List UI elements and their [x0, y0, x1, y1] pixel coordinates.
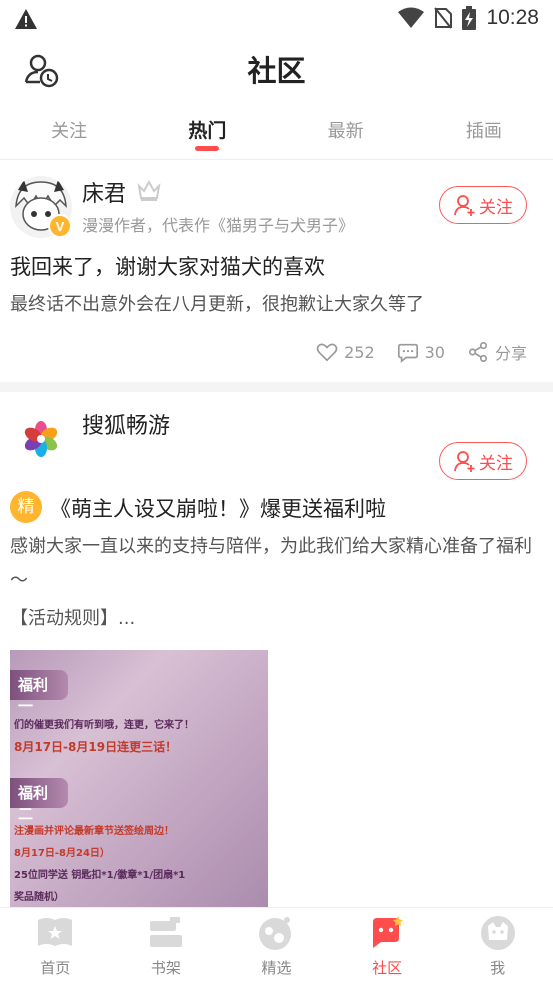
image-text: 奖品随机）	[14, 892, 64, 903]
add-user-icon	[454, 451, 475, 472]
post-title-text: 《萌主人设又崩啦！》爆更送福利啦	[50, 497, 386, 521]
image-text: 注漫画并评论最新章节送签绘周边！	[14, 826, 174, 837]
like-button[interactable]: 252	[316, 341, 375, 363]
tab-following[interactable]: 关注	[0, 100, 138, 159]
image-text: 8月17日-8月19日连更三话！	[14, 740, 178, 754]
post-title[interactable]: 精《萌主人设又崩啦！》爆更送福利啦	[10, 491, 543, 526]
follow-label: 关注	[479, 453, 513, 474]
author-name[interactable]: 床君	[82, 176, 126, 208]
author-description: 漫漫作者，代表作《猫男子与犬男子》	[82, 216, 355, 235]
image-text: 25位同学送 钥匙扣*1/徽章*1/团扇*1	[14, 870, 186, 881]
follow-button[interactable]: 关注	[439, 442, 527, 480]
tab-illustration[interactable]: 插画	[415, 100, 553, 159]
nav-featured[interactable]: 精选	[221, 908, 332, 983]
tab-label: 插画	[465, 120, 502, 142]
home-book-icon	[35, 913, 75, 953]
nav-community[interactable]: 社区	[332, 908, 443, 983]
profile-icon	[478, 913, 518, 953]
divider	[0, 382, 553, 392]
avatar[interactable]	[10, 408, 72, 470]
flower-logo-icon	[10, 408, 72, 470]
image-text: 8月17日-8月24日）	[14, 848, 110, 859]
post-body[interactable]: 最终话不出意外会在八月更新，很抱歉让大家久等了	[10, 288, 543, 322]
nav-label: 我	[490, 959, 506, 977]
post-body[interactable]: 感谢大家一直以来的支持与陪伴，为此我们给大家精心准备了福利～	[10, 530, 543, 598]
author-row: V 床君 漫漫作者，代表作《猫男子与犬男子》 关注	[10, 176, 543, 244]
comment-icon	[397, 343, 418, 363]
share-icon	[468, 342, 488, 362]
follow-label: 关注	[479, 197, 513, 218]
warning-icon	[15, 9, 37, 29]
featured-badge: 精	[10, 491, 42, 523]
author-name[interactable]: 搜狐畅游	[82, 408, 170, 440]
nav-label: 社区	[372, 959, 403, 977]
featured-icon	[256, 913, 296, 953]
heart-icon	[316, 343, 338, 362]
nav-label: 首页	[40, 959, 71, 977]
post-image[interactable]: 福利一 们的催更我们有听到哦，连更，它来了！ 8月17日-8月19日连更三话！ …	[10, 650, 268, 920]
like-count: 252	[344, 342, 375, 362]
tab-label: 关注	[51, 120, 88, 142]
bottom-nav: 首页 书架 精选 社区 我	[0, 907, 553, 983]
tab-hot[interactable]: 热门	[138, 100, 276, 159]
active-tab-indicator	[195, 146, 220, 151]
author-row: 搜狐畅游 关注	[10, 408, 543, 480]
image-text: 们的催更我们有听到哦，连更，它来了！	[14, 720, 194, 731]
post-body-more[interactable]: 【活动规则】...	[10, 602, 543, 636]
tab-latest[interactable]: 最新	[277, 100, 415, 159]
image-banner: 福利一	[10, 670, 68, 715]
community-icon	[367, 913, 407, 953]
add-user-icon	[454, 195, 475, 216]
bookshelf-icon	[146, 913, 186, 953]
wifi-icon	[398, 7, 425, 28]
nav-label: 书架	[150, 959, 181, 977]
comment-count: 30	[424, 342, 445, 362]
verified-badge: V	[48, 214, 72, 238]
status-bar: 10:28	[0, 0, 553, 38]
tab-label: 热门	[188, 120, 227, 142]
post-card[interactable]: 搜狐畅游 关注 精《萌主人设又崩啦！》爆更送福利啦 感谢大家一直以来的支持与陪伴…	[0, 392, 553, 920]
follow-button[interactable]: 关注	[439, 186, 527, 224]
app-header: 社区	[0, 38, 553, 100]
image-banner: 福利二	[10, 778, 68, 823]
clock: 10:28	[486, 6, 539, 29]
post-stats: 252 30 分享	[10, 322, 543, 382]
comment-button[interactable]: 30	[397, 341, 445, 363]
nav-bookshelf[interactable]: 书架	[111, 908, 222, 983]
nav-label: 精选	[261, 959, 292, 977]
nav-home[interactable]: 首页	[0, 908, 111, 983]
battery-charging-icon	[462, 6, 477, 30]
tab-label: 最新	[327, 120, 364, 142]
no-sim-icon	[434, 7, 453, 29]
nav-profile[interactable]: 我	[442, 908, 553, 983]
user-history-icon[interactable]	[22, 52, 60, 88]
share-button[interactable]: 分享	[467, 340, 527, 364]
post-title[interactable]: 我回来了，谢谢大家对猫犬的喜欢	[10, 250, 543, 284]
share-label: 分享	[494, 344, 527, 363]
page-title: 社区	[247, 54, 306, 88]
post-card[interactable]: V 床君 漫漫作者，代表作《猫男子与犬男子》 关注 我回来了，谢谢大家对猫犬的喜…	[0, 160, 553, 382]
tab-bar: 关注 热门 最新 插画	[0, 100, 553, 160]
crown-icon	[137, 179, 161, 201]
